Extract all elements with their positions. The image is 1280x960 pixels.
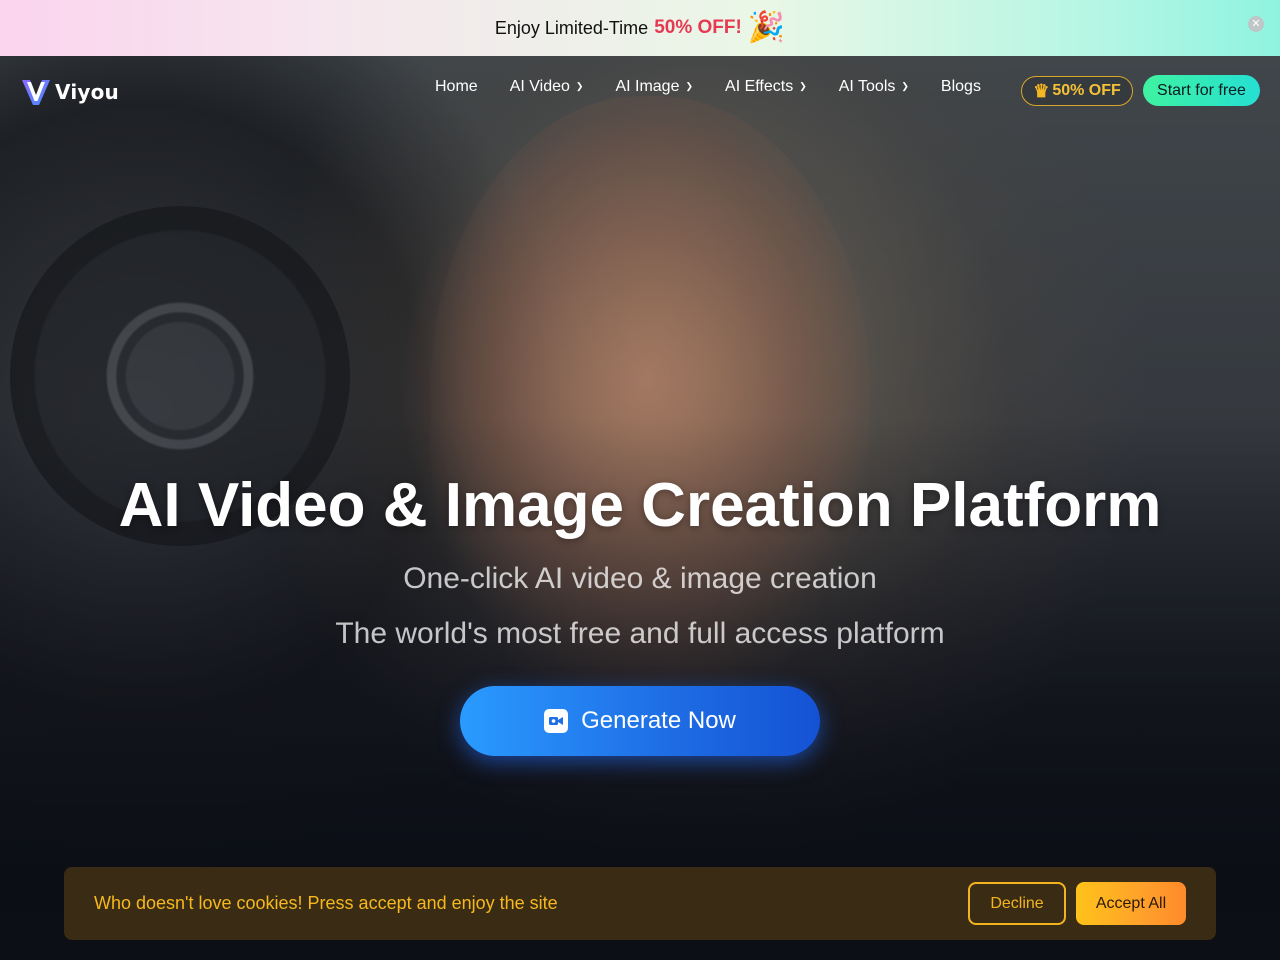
logo[interactable]: Viyou bbox=[20, 76, 119, 108]
main-menu: Home AI Video ❯ AI Image ❯ AI Effects ❯ … bbox=[435, 78, 981, 96]
accept-all-cookies-button[interactable]: Accept All bbox=[1076, 882, 1186, 925]
nav-item-label: Home bbox=[435, 78, 478, 95]
viyou-logo-icon bbox=[22, 80, 50, 105]
promo-highlight: 50% OFF! bbox=[654, 17, 742, 38]
nav-item-ai-tools[interactable]: AI Tools ❯ bbox=[839, 78, 909, 96]
discount-badge-label: 50% OFF bbox=[1052, 82, 1121, 99]
hero-title: AI Video & Image Creation Platform bbox=[118, 471, 1162, 540]
chevron-down-icon: ❯ bbox=[575, 80, 584, 91]
nav-item-label: AI Effects bbox=[725, 78, 794, 95]
crown-icon: ♛ bbox=[1033, 80, 1050, 101]
top-navbar: Viyou Home AI Video ❯ AI Image ❯ AI Effe… bbox=[0, 56, 1280, 126]
chevron-down-icon: ❯ bbox=[685, 80, 694, 91]
nav-item-label: AI Video bbox=[509, 78, 570, 95]
nav-item-ai-video[interactable]: AI Video ❯ bbox=[510, 78, 584, 96]
decline-cookies-button[interactable]: Decline bbox=[968, 882, 1066, 925]
nav-item-home[interactable]: Home bbox=[435, 78, 478, 96]
chevron-down-icon: ❯ bbox=[901, 80, 909, 91]
video-camera-icon bbox=[544, 709, 569, 733]
nav-item-label: AI Image bbox=[615, 78, 680, 95]
cookie-message: Who doesn't love cookies! Press accept a… bbox=[94, 893, 558, 913]
hero-subtitle-primary: One-click AI video & image creation bbox=[403, 562, 877, 595]
close-icon[interactable]: ✕ bbox=[1248, 16, 1264, 32]
generate-now-button[interactable]: Generate Now bbox=[460, 686, 820, 756]
logo-text: Viyou bbox=[55, 80, 119, 104]
hero-subtitle-secondary: The world's most free and full access pl… bbox=[335, 617, 945, 650]
discount-badge-button[interactable]: ♛ 50% OFF bbox=[1021, 76, 1133, 106]
cookie-consent-bar: Who doesn't love cookies! Press accept a… bbox=[64, 867, 1216, 940]
nav-item-label: AI Tools bbox=[838, 78, 896, 95]
promo-text: Enjoy Limited-Time bbox=[494, 17, 649, 38]
generate-now-label: Generate Now bbox=[581, 707, 736, 734]
nav-item-blogs[interactable]: Blogs bbox=[941, 78, 981, 96]
nav-item-ai-effects[interactable]: AI Effects ❯ bbox=[725, 78, 807, 96]
chevron-down-icon: ❯ bbox=[799, 80, 807, 91]
party-popper-icon: 🎉 bbox=[747, 11, 786, 44]
nav-item-ai-image[interactable]: AI Image ❯ bbox=[615, 78, 693, 96]
nav-item-label: Blogs bbox=[940, 78, 981, 95]
promo-banner: Enjoy Limited-Time 50% OFF! 🎉 ✕ bbox=[0, 0, 1280, 56]
start-for-free-button[interactable]: Start for free bbox=[1143, 75, 1260, 106]
